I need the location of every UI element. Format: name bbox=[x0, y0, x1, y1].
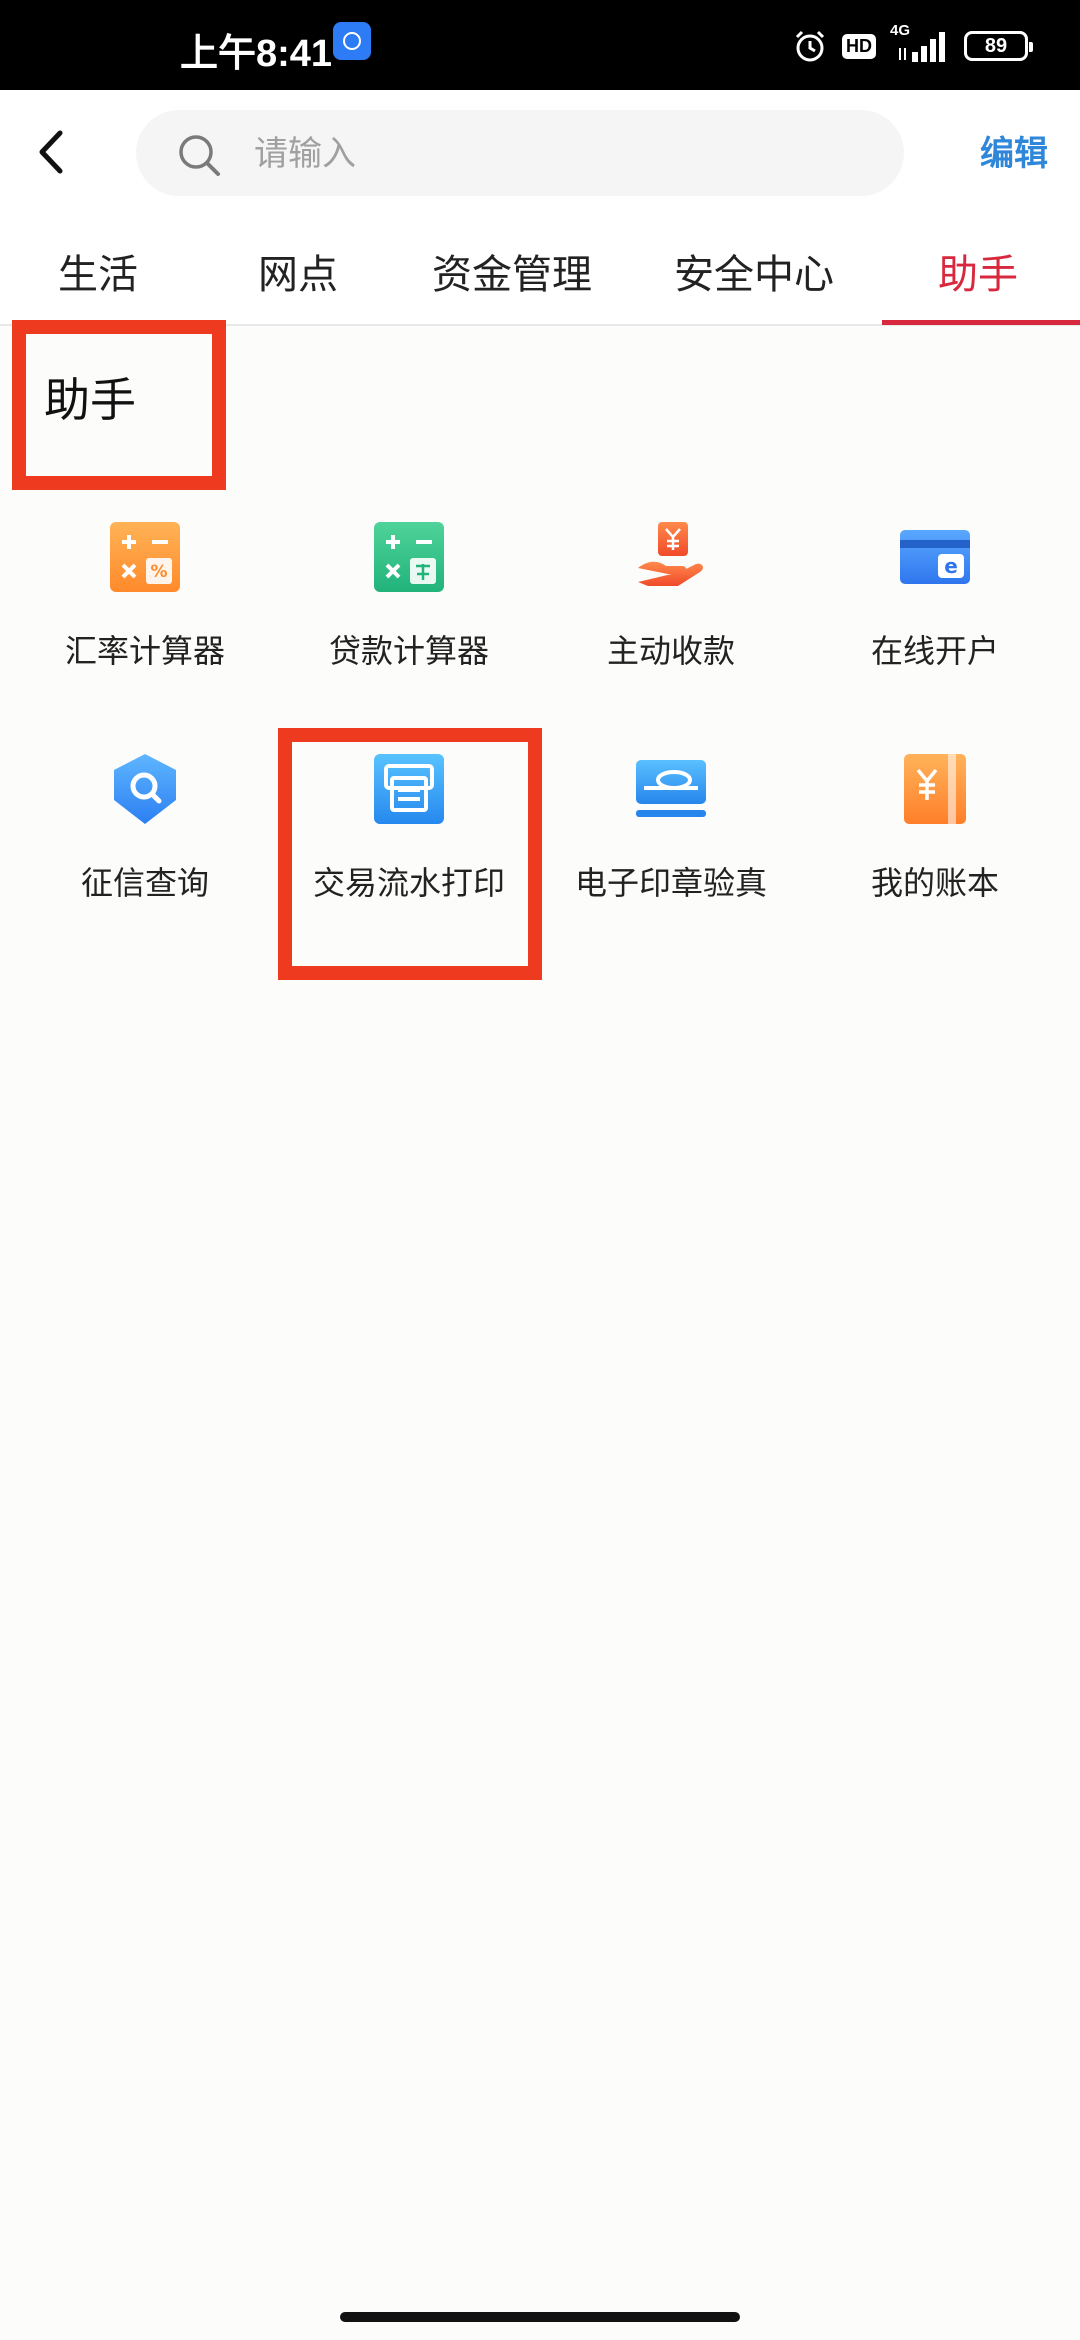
online-account-icon: e bbox=[900, 530, 970, 584]
battery-level: 89 bbox=[984, 34, 1008, 57]
category-tabs: 生活 网点 资金管理 安全中心 助手 bbox=[0, 214, 1080, 326]
signal-icon bbox=[899, 32, 945, 62]
tile-credit-query[interactable]: 征信查询 bbox=[10, 752, 280, 952]
tile-label: 在线开户 bbox=[870, 632, 999, 670]
exchange-calculator-icon: % bbox=[110, 522, 180, 592]
highlight-box-section-title bbox=[12, 320, 226, 490]
search-input[interactable] bbox=[252, 130, 856, 178]
alarm-icon bbox=[795, 30, 825, 62]
edit-button[interactable]: 编辑 bbox=[980, 126, 1048, 175]
home-indicator[interactable] bbox=[340, 2312, 740, 2322]
tile-exchange-calculator[interactable]: % 汇率计算器 bbox=[10, 520, 280, 720]
highlight-box-transaction-print bbox=[278, 728, 542, 980]
tab-assistant[interactable]: 助手 bbox=[938, 242, 1018, 300]
active-tab-indicator bbox=[882, 320, 1080, 325]
svg-text:e: e bbox=[944, 554, 958, 578]
tile-label: 贷款计算器 bbox=[328, 632, 489, 670]
tile-e-seal-verify[interactable]: 电子印章验真 bbox=[536, 752, 806, 952]
ledger-icon bbox=[904, 754, 966, 824]
status-bar: 上午8:41 HD 4G 89 bbox=[0, 0, 1080, 90]
signal-indicator: 4G bbox=[890, 22, 950, 66]
status-indicators: HD 4G 89 bbox=[792, 22, 1033, 68]
hd-badge: HD bbox=[842, 33, 876, 59]
tile-receive-payment[interactable]: 主动收款 bbox=[536, 520, 806, 720]
app-notification-icon bbox=[333, 22, 371, 60]
battery-indicator: 89 bbox=[964, 31, 1033, 61]
tile-loan-calculator[interactable]: 贷款计算器 bbox=[274, 520, 544, 720]
loan-calculator-icon bbox=[374, 522, 444, 592]
tab-life[interactable]: 生活 bbox=[58, 242, 138, 300]
tile-ledger[interactable]: 我的账本 bbox=[800, 752, 1070, 952]
tab-fund-management[interactable]: 资金管理 bbox=[432, 242, 592, 300]
search-icon bbox=[179, 135, 220, 176]
credit-query-icon bbox=[114, 754, 176, 824]
e-seal-verify-icon bbox=[636, 760, 706, 817]
receive-payment-icon bbox=[638, 522, 703, 586]
header: 编辑 bbox=[0, 90, 1080, 214]
tile-label: 主动收款 bbox=[606, 632, 735, 670]
tab-security-center[interactable]: 安全中心 bbox=[674, 242, 834, 300]
tile-online-account[interactable]: e 在线开户 bbox=[800, 520, 1070, 720]
tile-label: 汇率计算器 bbox=[64, 632, 225, 670]
tile-label: 电子印章验真 bbox=[574, 864, 767, 902]
tile-label: 征信查询 bbox=[80, 864, 209, 902]
search-box[interactable] bbox=[136, 110, 904, 196]
tab-outlets[interactable]: 网点 bbox=[258, 242, 338, 300]
tile-label: 我的账本 bbox=[870, 864, 999, 902]
svg-text:%: % bbox=[150, 562, 167, 582]
back-button[interactable] bbox=[20, 120, 84, 184]
status-time: 上午8:41 bbox=[180, 33, 333, 75]
chevron-left-icon bbox=[39, 130, 63, 174]
